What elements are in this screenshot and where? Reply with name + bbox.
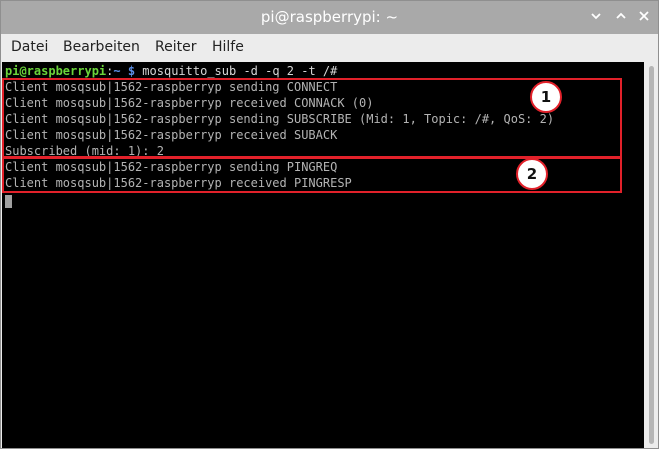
menu-hilfe[interactable]: Hilfe bbox=[212, 34, 244, 62]
maximize-button[interactable] bbox=[611, 7, 631, 27]
terminal-output[interactable]: pi@raspberrypi:~ $ mosquitto_sub -d -q 2… bbox=[2, 62, 644, 448]
menu-reiter[interactable]: Reiter bbox=[155, 34, 196, 62]
annotation-badge-2: 2 bbox=[516, 158, 548, 190]
minimize-button[interactable] bbox=[586, 7, 606, 27]
prompt-user: pi@raspberrypi bbox=[5, 64, 107, 78]
prompt-path: ~ $ bbox=[113, 64, 136, 78]
text-cursor bbox=[5, 195, 12, 208]
menu-bar: Datei Bearbeiten Reiter Hilfe bbox=[1, 34, 658, 62]
terminal-window: pi@raspberrypi: ~ Datei Bearbeiten Reite… bbox=[0, 0, 659, 449]
close-button[interactable] bbox=[634, 7, 654, 27]
scrollbar-thumb[interactable] bbox=[649, 66, 654, 444]
window-title: pi@raspberrypi: ~ bbox=[260, 8, 399, 26]
chevron-up-icon bbox=[616, 12, 626, 19]
chevron-down-icon bbox=[591, 13, 601, 20]
prompt-line: pi@raspberrypi:~ $ mosquitto_sub -d -q 2… bbox=[5, 63, 337, 79]
highlight-box-1 bbox=[2, 78, 622, 158]
menu-datei[interactable]: Datei bbox=[11, 34, 48, 62]
vertical-scrollbar[interactable] bbox=[645, 62, 658, 448]
menu-bearbeiten[interactable]: Bearbeiten bbox=[63, 34, 140, 62]
title-bar[interactable]: pi@raspberrypi: ~ bbox=[1, 1, 658, 34]
annotation-badge-1: 1 bbox=[530, 81, 562, 113]
close-icon bbox=[639, 11, 649, 21]
command-text: mosquitto_sub -d -q 2 -t /# bbox=[135, 64, 338, 78]
